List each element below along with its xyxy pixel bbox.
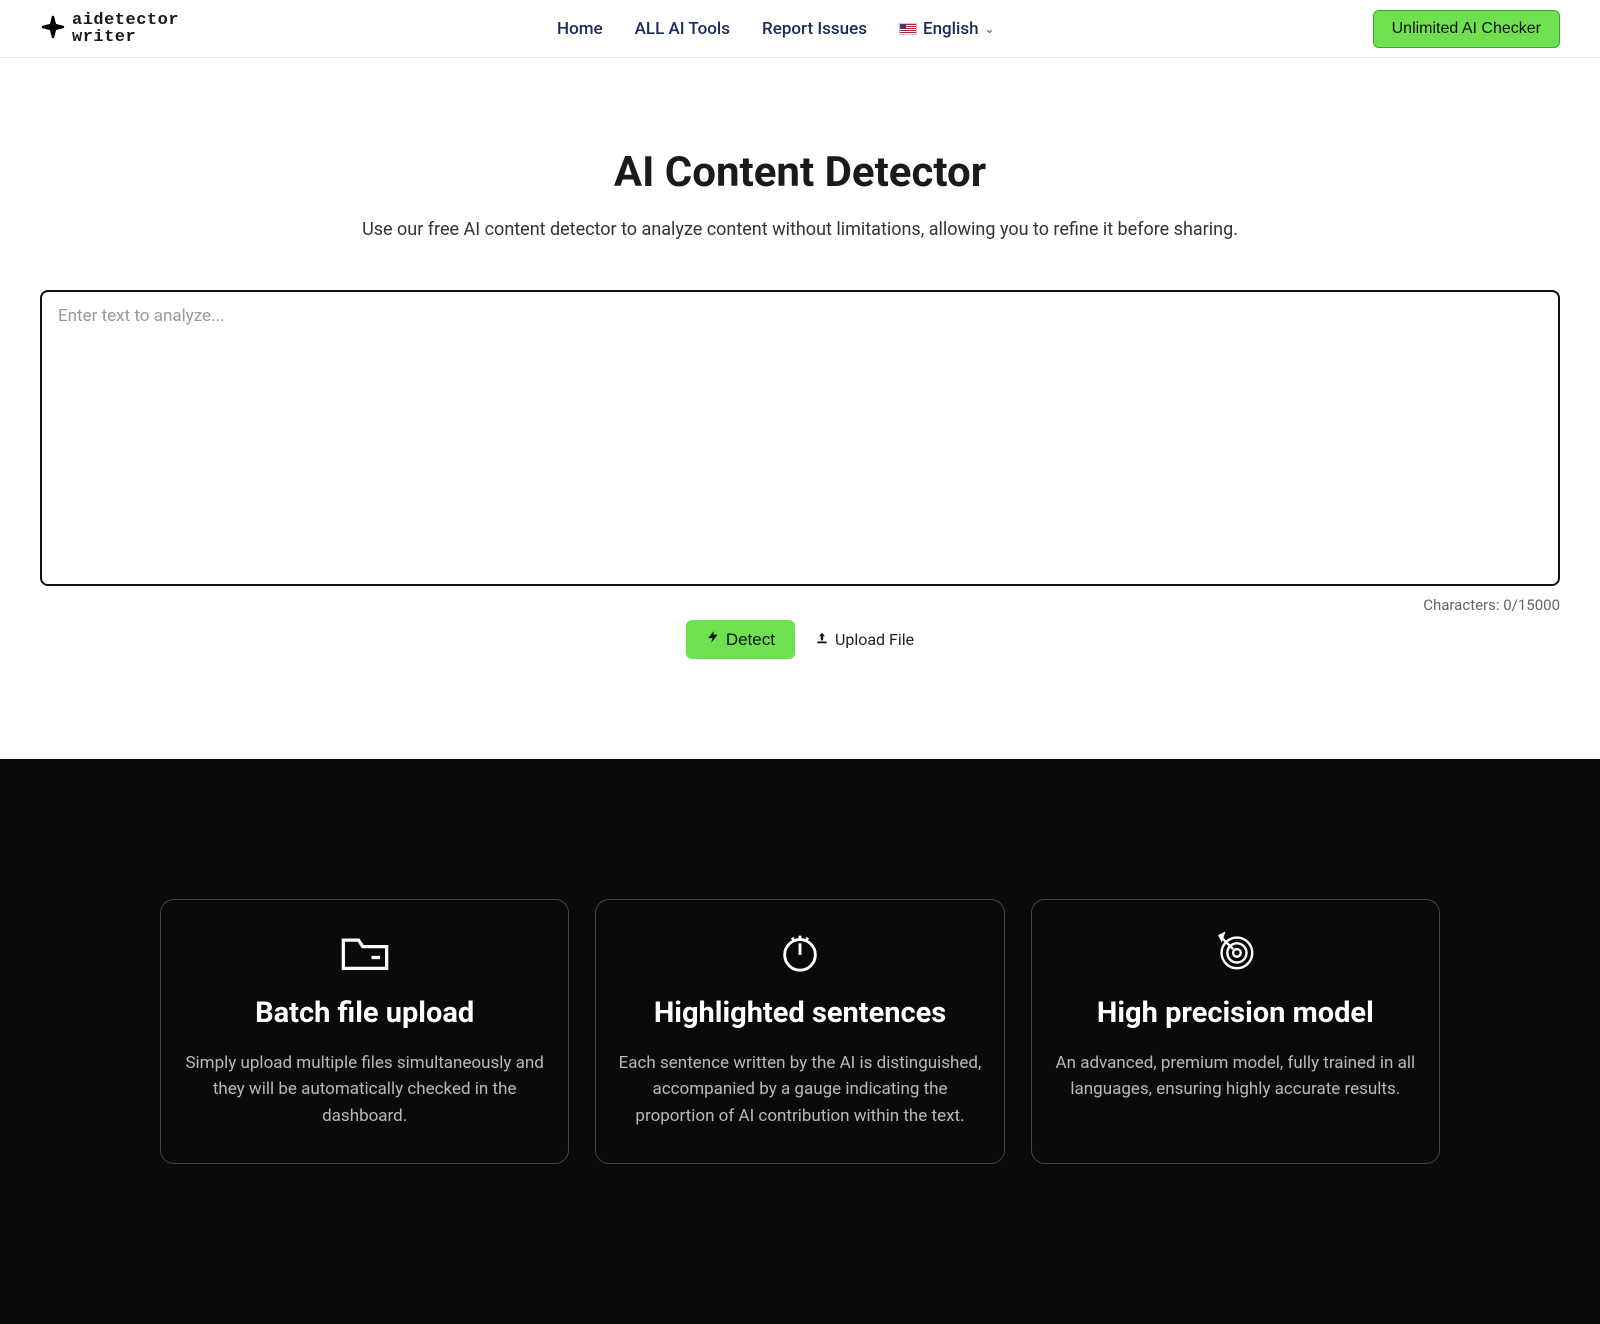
main-nav: Home ALL AI Tools Report Issues English … bbox=[557, 19, 995, 39]
nav-home[interactable]: Home bbox=[557, 19, 603, 39]
detector-section: Characters: 0/15000 Detect Upload File bbox=[0, 290, 1600, 759]
site-header: aidetector writer Home ALL AI Tools Repo… bbox=[0, 0, 1600, 58]
bolt-icon bbox=[706, 629, 720, 650]
us-flag-icon bbox=[899, 23, 917, 35]
sparkle-icon bbox=[40, 14, 66, 44]
feature-desc: Each sentence written by the AI is disti… bbox=[616, 1050, 983, 1129]
feature-title: Batch file upload bbox=[181, 996, 548, 1030]
feature-highlighted: Highlighted sentences Each sentence writ… bbox=[595, 899, 1004, 1164]
nav-report-issues[interactable]: Report Issues bbox=[762, 19, 867, 39]
target-icon bbox=[1052, 928, 1419, 974]
analyze-input[interactable] bbox=[46, 296, 1554, 576]
feature-batch-upload: Batch file upload Simply upload multiple… bbox=[160, 899, 569, 1164]
detect-button[interactable]: Detect bbox=[686, 620, 795, 659]
upload-label: Upload File bbox=[835, 630, 914, 649]
nav-all-tools[interactable]: ALL AI Tools bbox=[635, 19, 730, 39]
character-count: Characters: 0/15000 bbox=[40, 596, 1560, 614]
folder-icon bbox=[181, 928, 548, 974]
unlimited-checker-button[interactable]: Unlimited AI Checker bbox=[1373, 10, 1560, 48]
chevron-down-icon: ⌄ bbox=[985, 22, 995, 36]
textarea-container bbox=[40, 290, 1560, 586]
page-title: AI Content Detector bbox=[40, 148, 1560, 197]
feature-title: Highlighted sentences bbox=[616, 996, 983, 1030]
hero-section: AI Content Detector Use our free AI cont… bbox=[0, 58, 1600, 290]
logo-text: aidetector writer bbox=[72, 12, 179, 46]
upload-icon bbox=[815, 630, 829, 649]
feature-desc: Simply upload multiple files simultaneou… bbox=[181, 1050, 548, 1129]
gauge-icon bbox=[616, 928, 983, 974]
language-label: English bbox=[923, 19, 979, 39]
action-row: Detect Upload File bbox=[40, 620, 1560, 659]
nav-language[interactable]: English ⌄ bbox=[899, 19, 995, 39]
feature-title: High precision model bbox=[1052, 996, 1419, 1030]
logo[interactable]: aidetector writer bbox=[40, 12, 179, 46]
feature-desc: An advanced, premium model, fully traine… bbox=[1052, 1050, 1419, 1103]
page-subtitle: Use our free AI content detector to anal… bbox=[40, 219, 1560, 240]
feature-precision: High precision model An advanced, premiu… bbox=[1031, 899, 1440, 1164]
upload-file-button[interactable]: Upload File bbox=[815, 630, 914, 649]
features-section: Batch file upload Simply upload multiple… bbox=[0, 759, 1600, 1324]
detect-label: Detect bbox=[726, 630, 775, 650]
features-grid: Batch file upload Simply upload multiple… bbox=[160, 899, 1440, 1164]
